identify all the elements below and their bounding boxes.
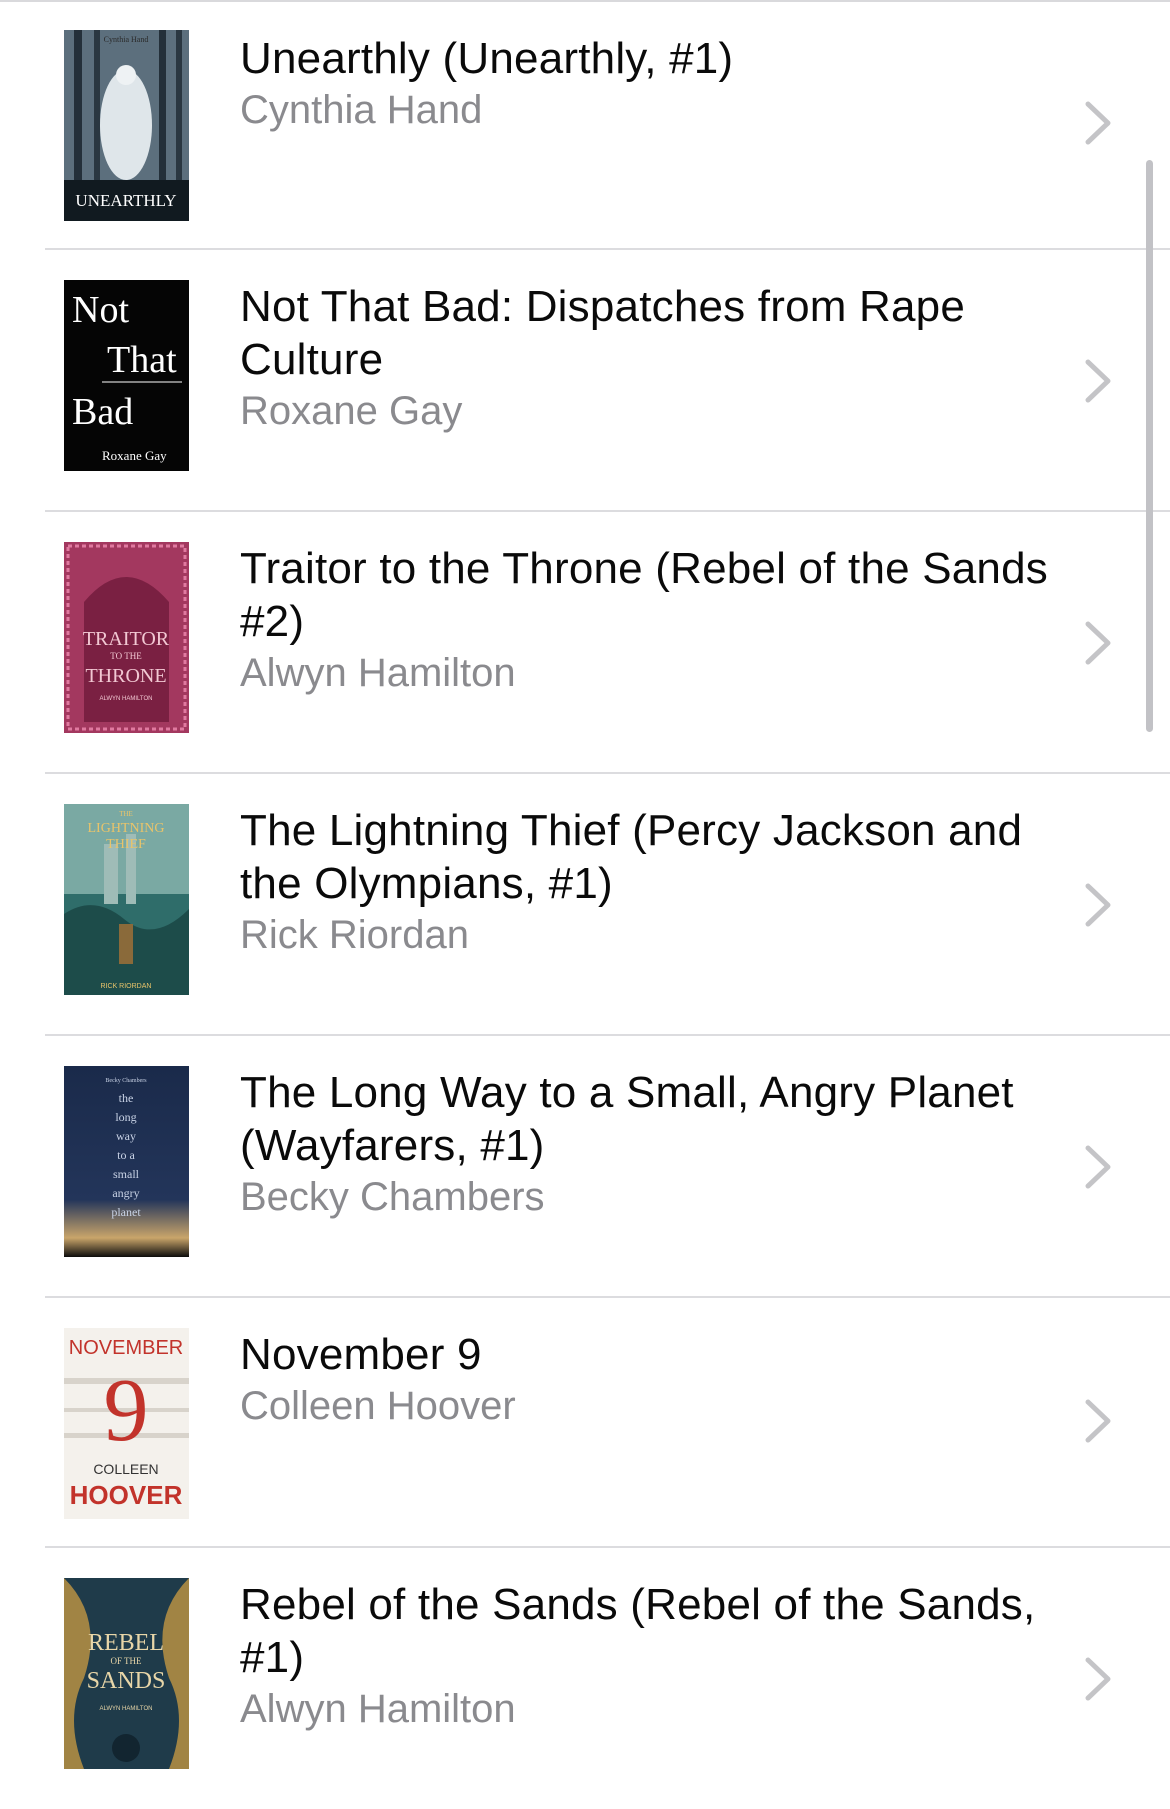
book-row[interactable]: Becky Chambers the long way to a small a…	[0, 1036, 1170, 1298]
book-author: Alwyn Hamilton	[240, 1687, 516, 1731]
book-text: Traitor to the Throne (Rebel of the Sand…	[240, 542, 1060, 699]
book-cover: REBEL OF THE SANDS ALWYN HAMILTON	[64, 1578, 189, 1769]
book-author: Becky Chambers	[240, 1175, 545, 1219]
chevron-right-icon[interactable]	[1080, 880, 1116, 930]
book-cover: THE LIGHTNING THIEF RICK RIORDAN	[64, 804, 189, 995]
cover-title-text: UNEARTHLY	[75, 191, 176, 210]
cover-title-line: Not	[72, 289, 129, 331]
book-title: Traitor to the Throne (Rebel of the Sand…	[240, 544, 1048, 646]
cover-title-line: THRONE	[85, 665, 166, 687]
book-author: Roxane Gay	[240, 389, 463, 433]
book-author: Alwyn Hamilton	[240, 651, 516, 695]
book-row[interactable]: Not That Bad Roxane Gay Not That Bad: Di…	[0, 250, 1170, 512]
cover-title-line: the	[119, 1091, 134, 1105]
cover-author-text: HOOVER	[70, 1480, 183, 1510]
chevron-right-icon[interactable]	[1080, 98, 1116, 148]
book-title: Unearthly (Unearthly, #1)	[240, 34, 734, 83]
cover-author-text: Cynthia Hand	[104, 35, 149, 44]
cover-author-text: Becky Chambers	[105, 1078, 147, 1084]
cover-title-line: way	[116, 1129, 136, 1143]
cover-title-line: Bad	[72, 391, 133, 433]
book-text: The Long Way to a Small, Angry Planet (W…	[240, 1066, 1060, 1223]
cover-title-line: small	[113, 1167, 140, 1181]
book-cover: NOVEMBER 9 COLLEEN HOOVER	[64, 1328, 189, 1519]
book-text: Not That Bad: Dispatches from Rape Cultu…	[240, 280, 1060, 437]
cover-title-line: long	[115, 1110, 136, 1124]
book-text: Unearthly (Unearthly, #1) Cynthia Hand	[240, 32, 1060, 136]
cover-title-line: TRAITOR	[83, 628, 170, 650]
book-cover: Cynthia Hand UNEARTHLY	[64, 30, 189, 221]
book-title: The Lightning Thief (Percy Jackson and t…	[240, 806, 1023, 908]
cover-title-line: That	[107, 339, 177, 381]
cover-title-line: TO THE	[110, 651, 142, 661]
cover-title-line: THIEF	[106, 837, 146, 852]
book-text: November 9 Colleen Hoover	[240, 1328, 1060, 1432]
book-row[interactable]: NOVEMBER 9 COLLEEN HOOVER November 9 Col…	[0, 1298, 1170, 1548]
book-author: Colleen Hoover	[240, 1384, 516, 1428]
cover-title-line: THE	[119, 810, 133, 818]
book-author: Rick Riordan	[240, 913, 469, 957]
cover-author-text: COLLEEN	[93, 1461, 158, 1477]
book-row[interactable]: Cynthia Hand UNEARTHLY Unearthly (Uneart…	[0, 0, 1170, 250]
chevron-right-icon[interactable]	[1080, 1142, 1116, 1192]
cover-title-line: planet	[111, 1205, 141, 1219]
cover-title-line: angry	[112, 1186, 139, 1200]
cover-title-line: OF THE	[110, 1656, 142, 1666]
book-cover: Becky Chambers the long way to a small a…	[64, 1066, 189, 1257]
cover-title-line: NOVEMBER	[69, 1337, 183, 1359]
book-cover: Not That Bad Roxane Gay	[64, 280, 189, 471]
book-row[interactable]: TRAITOR TO THE THRONE ALWYN HAMILTON Tra…	[0, 512, 1170, 774]
cover-author-text: Roxane Gay	[102, 448, 167, 463]
cover-title-line: REBEL	[88, 1630, 164, 1656]
book-cover: TRAITOR TO THE THRONE ALWYN HAMILTON	[64, 542, 189, 733]
cover-author-text: RICK RIORDAN	[101, 983, 152, 990]
book-title: The Long Way to a Small, Angry Planet (W…	[240, 1068, 1014, 1170]
cover-title-line: to a	[117, 1148, 135, 1162]
book-row[interactable]: REBEL OF THE SANDS ALWYN HAMILTON Rebel …	[0, 1548, 1170, 1809]
cover-author-text: ALWYN HAMILTON	[99, 696, 152, 702]
cover-title-line: SANDS	[87, 1668, 166, 1694]
cover-author-text: ALWYN HAMILTON	[99, 1706, 152, 1712]
chevron-right-icon[interactable]	[1080, 1654, 1116, 1704]
chevron-right-icon[interactable]	[1080, 356, 1116, 406]
book-title: November 9	[240, 1330, 482, 1379]
cover-title-line: LIGHTNING	[88, 821, 165, 836]
chevron-right-icon[interactable]	[1080, 1396, 1116, 1446]
chevron-right-icon[interactable]	[1080, 618, 1116, 668]
cover-title-line: 9	[104, 1361, 149, 1460]
book-title: Not That Bad: Dispatches from Rape Cultu…	[240, 282, 966, 384]
book-author: Cynthia Hand	[240, 88, 483, 132]
book-text: Rebel of the Sands (Rebel of the Sands, …	[240, 1578, 1060, 1735]
book-row[interactable]: THE LIGHTNING THIEF RICK RIORDAN The Lig…	[0, 774, 1170, 1036]
vertical-scrollbar[interactable]	[1146, 160, 1153, 732]
book-text: The Lightning Thief (Percy Jackson and t…	[240, 804, 1060, 961]
book-title: Rebel of the Sands (Rebel of the Sands, …	[240, 1580, 1036, 1682]
